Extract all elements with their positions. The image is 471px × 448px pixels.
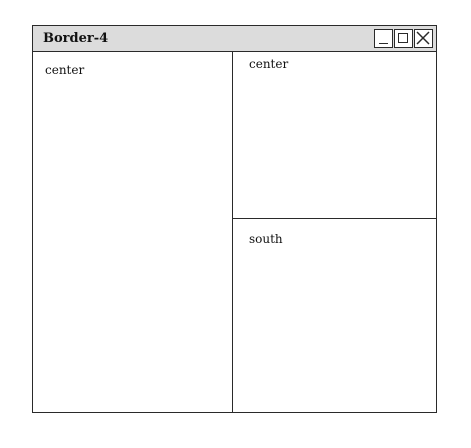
south-pane: south [233, 219, 436, 412]
close-icon [416, 31, 430, 45]
right-center-pane: center [233, 52, 436, 219]
window-title: Border-4 [43, 31, 109, 46]
title-bar[interactable]: Border-4 [33, 26, 436, 52]
maximize-icon [398, 33, 408, 43]
center-pane-label: center [45, 63, 85, 77]
content-area: center center south [33, 52, 436, 412]
close-button[interactable] [414, 29, 433, 48]
minimize-button[interactable] [374, 29, 393, 48]
right-center-pane-label: center [249, 57, 289, 71]
minimize-icon [379, 43, 388, 44]
south-pane-label: south [249, 232, 283, 246]
window-controls [374, 29, 433, 48]
maximize-button[interactable] [394, 29, 413, 48]
window: Border-4 center center south [32, 25, 437, 413]
center-pane: center [33, 52, 233, 412]
